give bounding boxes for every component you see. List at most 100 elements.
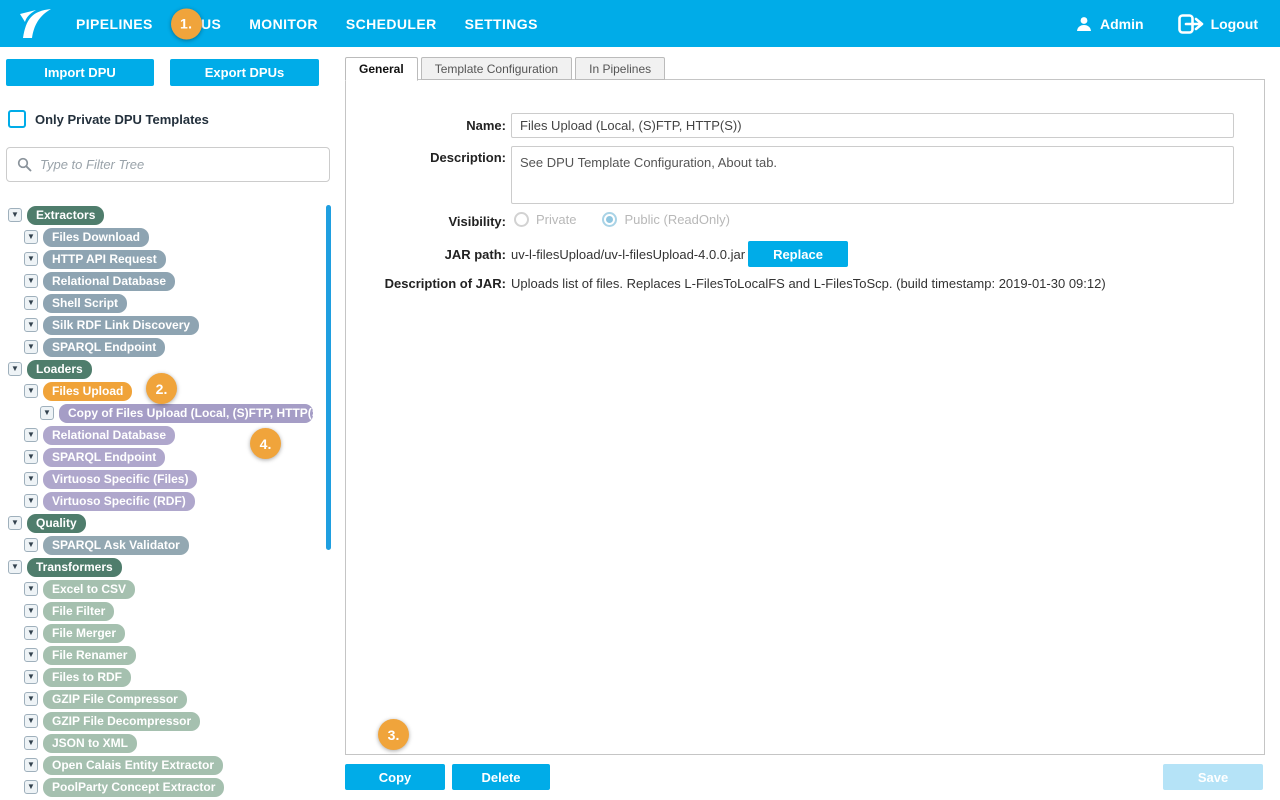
tree-item-quality[interactable]: ▼ Quality <box>0 512 330 534</box>
nav-settings[interactable]: SETTINGS <box>463 2 540 46</box>
chevron-down-icon[interactable]: ▼ <box>24 736 38 750</box>
tree-item-file-merger[interactable]: ▼ File Merger <box>0 622 330 644</box>
chevron-down-icon[interactable]: ▼ <box>24 692 38 706</box>
tree-item-http-api-request[interactable]: ▼ HTTP API Request <box>0 248 330 270</box>
tree-item-label[interactable]: Copy of Files Upload (Local, (S)FTP, HTT… <box>59 404 313 423</box>
tree-item-file-filter[interactable]: ▼ File Filter <box>0 600 330 622</box>
tree-item-label[interactable]: Extractors <box>27 206 104 225</box>
chevron-down-icon[interactable]: ▼ <box>8 362 22 376</box>
tree-item-label[interactable]: Files Upload <box>43 382 132 401</box>
tree-item-label[interactable]: GZIP File Compressor <box>43 690 187 709</box>
replace-button[interactable]: Replace <box>748 241 848 267</box>
tab-in-pipelines[interactable]: In Pipelines <box>575 57 665 80</box>
tree-item-label[interactable]: JSON to XML <box>43 734 137 753</box>
tree-item-sparql-ask-validator[interactable]: ▼ SPARQL Ask Validator <box>0 534 330 556</box>
description-textarea[interactable]: See DPU Template Configuration, About ta… <box>511 146 1234 204</box>
tree-item-files-download[interactable]: ▼ Files Download <box>0 226 330 248</box>
nav-pipelines[interactable]: PIPELINES <box>74 2 155 46</box>
tree-item-label[interactable]: Files Download <box>43 228 149 247</box>
chevron-down-icon[interactable]: ▼ <box>24 780 38 794</box>
tree-item-json-to-xml[interactable]: ▼ JSON to XML <box>0 732 330 754</box>
tree-item-label[interactable]: Relational Database <box>43 272 175 291</box>
chevron-down-icon[interactable]: ▼ <box>40 406 54 420</box>
logout-button[interactable]: Logout <box>1178 14 1258 34</box>
chevron-down-icon[interactable]: ▼ <box>24 230 38 244</box>
tab-template-configuration[interactable]: Template Configuration <box>421 57 572 80</box>
chevron-down-icon[interactable]: ▼ <box>8 208 22 222</box>
chevron-down-icon[interactable]: ▼ <box>24 252 38 266</box>
brand-logo[interactable] <box>16 5 56 43</box>
tree-item-label[interactable]: Loaders <box>27 360 92 379</box>
nav-scheduler[interactable]: SCHEDULER <box>344 2 439 46</box>
tree-item-virtuoso-specific-rdf[interactable]: ▼ Virtuoso Specific (RDF) <box>0 490 330 512</box>
save-button[interactable]: Save <box>1163 764 1263 790</box>
tree-item-extractors[interactable]: ▼ Extractors <box>0 204 330 226</box>
copy-button[interactable]: Copy <box>345 764 445 790</box>
tree-item-shell-script[interactable]: ▼ Shell Script <box>0 292 330 314</box>
chevron-down-icon[interactable]: ▼ <box>24 450 38 464</box>
tree-item-gzip-file-decompressor[interactable]: ▼ GZIP File Decompressor <box>0 710 330 732</box>
user-menu[interactable]: Admin <box>1075 15 1144 33</box>
tree-item-sparql-endpoint-extractor[interactable]: ▼SPARQL Endpoint <box>0 336 330 358</box>
export-dpus-button[interactable]: Export DPUs <box>170 59 319 86</box>
tree-item-files-upload[interactable]: ▼Files Upload2. <box>0 380 330 402</box>
tree-item-virtuoso-specific-files[interactable]: ▼ Virtuoso Specific (Files) <box>0 468 330 490</box>
chevron-down-icon[interactable]: ▼ <box>24 582 38 596</box>
tree-item-label[interactable]: PoolParty Concept Extractor <box>43 778 224 797</box>
chevron-down-icon[interactable]: ▼ <box>24 714 38 728</box>
chevron-down-icon[interactable]: ▼ <box>24 318 38 332</box>
tree-item-relational-database-extractor[interactable]: ▼ Relational Database <box>0 270 330 292</box>
name-input[interactable] <box>511 113 1234 138</box>
tree-item-label[interactable]: Files to RDF <box>43 668 131 687</box>
import-dpu-button[interactable]: Import DPU <box>6 59 154 86</box>
tree-item-gzip-file-compressor[interactable]: ▼ GZIP File Compressor <box>0 688 330 710</box>
chevron-down-icon[interactable]: ▼ <box>24 274 38 288</box>
tree-item-label[interactable]: SPARQL Endpoint <box>43 338 165 357</box>
tree-item-label[interactable]: Virtuoso Specific (RDF) <box>43 492 195 511</box>
chevron-down-icon[interactable]: ▼ <box>24 670 38 684</box>
nav-monitor[interactable]: MONITOR <box>247 2 320 46</box>
tree-item-excel-to-csv[interactable]: ▼ Excel to CSV <box>0 578 330 600</box>
chevron-down-icon[interactable]: ▼ <box>24 648 38 662</box>
tree-item-poolparty-concept-extractor[interactable]: ▼ PoolParty Concept Extractor <box>0 776 330 798</box>
tree-item-copy-of-files-upload-selected[interactable]: ▼ Copy of Files Upload (Local, (S)FTP, HT… <box>0 402 330 424</box>
tree-item-transformers[interactable]: ▼ Transformers <box>0 556 330 578</box>
tree-item-label[interactable]: Shell Script <box>43 294 127 313</box>
nav-dpus[interactable]: DPUS 1. <box>179 2 224 46</box>
tree-item-silk-rdf-link-discovery[interactable]: ▼ Silk RDF Link Discovery <box>0 314 330 336</box>
tree-item-label[interactable]: Excel to CSV <box>43 580 135 599</box>
chevron-down-icon[interactable]: ▼ <box>8 560 22 574</box>
chevron-down-icon[interactable]: ▼ <box>24 538 38 552</box>
tree-item-label[interactable]: Quality <box>27 514 86 533</box>
tree-item-file-renamer[interactable]: ▼File Renamer <box>0 644 330 666</box>
tree-item-label[interactable]: File Filter <box>43 602 114 621</box>
chevron-down-icon[interactable]: ▼ <box>24 604 38 618</box>
chevron-down-icon[interactable]: ▼ <box>24 626 38 640</box>
tree-item-label[interactable]: SPARQL Ask Validator <box>43 536 189 555</box>
chevron-down-icon[interactable]: ▼ <box>24 472 38 486</box>
tree-item-files-to-rdf[interactable]: ▼ Files to RDF <box>0 666 330 688</box>
tree-item-label[interactable]: SPARQL Endpoint <box>43 448 165 467</box>
tree-item-label[interactable]: Open Calais Entity Extractor <box>43 756 223 775</box>
visibility-private-radio[interactable]: Private <box>514 212 576 227</box>
tree-item-label[interactable]: GZIP File Decompressor <box>43 712 200 731</box>
delete-button[interactable]: Delete <box>452 764 550 790</box>
tree-filter-input[interactable] <box>40 157 319 172</box>
tree-item-label[interactable]: HTTP API Request <box>43 250 166 269</box>
chevron-down-icon[interactable]: ▼ <box>24 296 38 310</box>
only-private-filter[interactable]: Only Private DPU Templates <box>8 110 209 128</box>
tree-item-label[interactable]: Transformers <box>27 558 122 577</box>
tree-item-open-calais-entity-extractor[interactable]: ▼ Open Calais Entity Extractor <box>0 754 330 776</box>
chevron-down-icon[interactable]: ▼ <box>24 384 38 398</box>
tab-general[interactable]: General <box>345 57 418 81</box>
tree-item-label[interactable]: Silk RDF Link Discovery <box>43 316 199 335</box>
only-private-checkbox[interactable] <box>8 110 26 128</box>
chevron-down-icon[interactable]: ▼ <box>24 758 38 772</box>
tree-item-sparql-endpoint-loader[interactable]: ▼ SPARQL Endpoint <box>0 446 330 468</box>
chevron-down-icon[interactable]: ▼ <box>24 428 38 442</box>
tree-item-label[interactable]: File Merger <box>43 624 125 643</box>
chevron-down-icon[interactable]: ▼ <box>8 516 22 530</box>
tree-item-label[interactable]: Virtuoso Specific (Files) <box>43 470 197 489</box>
chevron-down-icon[interactable]: ▼ <box>24 494 38 508</box>
tree-scrollbar[interactable] <box>326 205 331 550</box>
